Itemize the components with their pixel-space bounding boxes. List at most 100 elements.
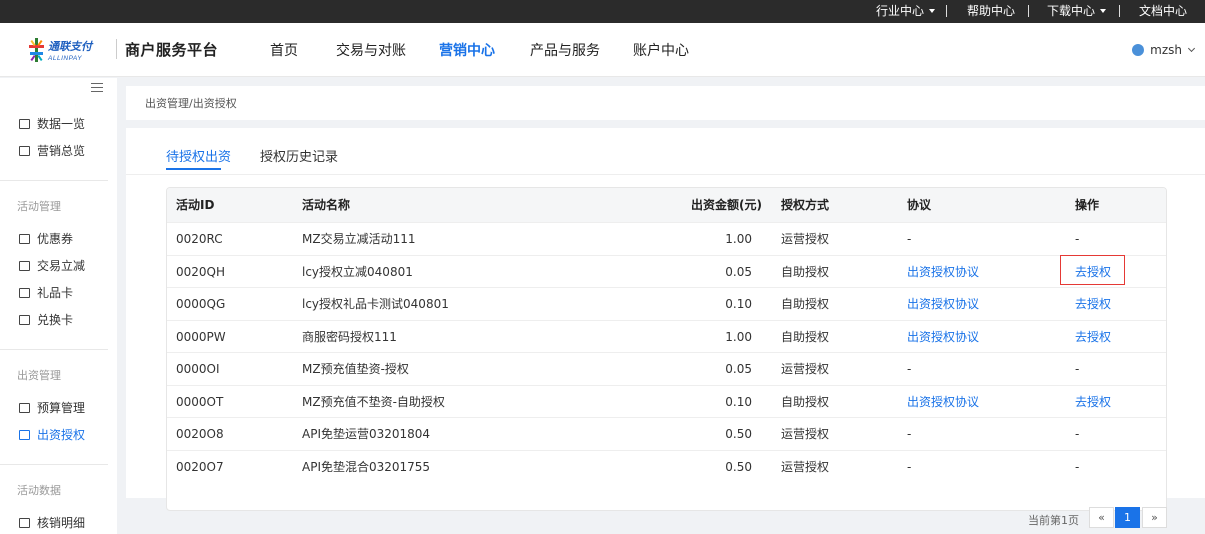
chevron-down-icon — [1187, 44, 1196, 53]
budget-icon — [19, 402, 30, 413]
pagination-status: 当前第1页 — [1028, 514, 1079, 527]
sidebar-group-funding: 出资管理 — [17, 369, 61, 382]
tab-bar-divider — [126, 174, 1205, 175]
activity-name: MZ预充值不垫资-自助授权 — [302, 394, 445, 409]
agreement-link[interactable]: 出资授权协议 — [907, 386, 979, 418]
sidebar: 数据一览 营销总览 活动管理 优惠券 交易立减 礼品卡 兑换卡 出资管理 预算管… — [0, 78, 117, 534]
sidebar-item-exchange-card[interactable]: 兑换卡 — [19, 311, 73, 329]
authorization-table: 活动ID 活动名称 出资金额(元) 授权方式 协议 操作 0020RC MZ交易… — [166, 187, 1167, 511]
action-empty: - — [1075, 232, 1080, 246]
sidebar-item-gift-card[interactable]: 礼品卡 — [19, 284, 73, 302]
nav-account[interactable]: 账户中心 — [633, 40, 689, 60]
next-page-button[interactable]: » — [1142, 507, 1167, 528]
tab-authorization-history[interactable]: 授权历史记录 — [260, 146, 338, 165]
sidebar-item-label: 兑换卡 — [37, 313, 74, 327]
prev-page-button[interactable]: « — [1089, 507, 1114, 528]
sidebar-item-redemption-details[interactable]: 核销明细 — [19, 514, 85, 532]
table-header: 活动ID 活动名称 出资金额(元) 授权方式 协议 操作 — [167, 188, 1166, 222]
authorization-method: 自助授权 — [781, 329, 830, 344]
current-page-button[interactable]: 1 — [1115, 507, 1140, 528]
caret-down-icon — [929, 8, 936, 13]
sidebar-item-label: 交易立减 — [37, 259, 86, 273]
activity-name: MZ交易立减活动111 — [302, 232, 416, 246]
funding-amount: 0.05 — [725, 362, 752, 376]
sidebar-item-instant-discount[interactable]: 交易立减 — [19, 257, 85, 275]
user-menu[interactable]: mzsh — [1132, 41, 1196, 59]
nav-transactions[interactable]: 交易与对账 — [336, 40, 406, 60]
sidebar-item-label: 预算管理 — [37, 401, 86, 415]
authorization-icon — [19, 429, 30, 440]
logo-divider — [116, 39, 117, 59]
main-content: 待授权出资 授权历史记录 活动ID 活动名称 出资金额(元) 授权方式 协议 操… — [126, 128, 1205, 511]
breadcrumb-panel: 出资管理/出资授权 — [126, 86, 1205, 120]
authorize-button[interactable]: 去授权 — [1075, 256, 1111, 288]
industry-center-menu[interactable]: 行业中心 — [876, 0, 936, 23]
authorize-button[interactable]: 去授权 — [1075, 288, 1111, 320]
activity-id: 0000QG — [176, 297, 226, 311]
nav-home[interactable]: 首页 — [270, 40, 298, 60]
activity-id: 0020O7 — [176, 459, 224, 474]
activity-name: API免垫运营03201804 — [302, 427, 431, 441]
authorize-button[interactable]: 去授权 — [1075, 386, 1111, 418]
chart-icon — [19, 118, 30, 129]
sidebar-divider — [0, 464, 108, 465]
download-center-menu[interactable]: 下载中心 — [1047, 0, 1107, 23]
funding-amount: 1.00 — [725, 329, 752, 344]
username: mzsh — [1150, 43, 1182, 57]
chart-icon — [19, 145, 30, 156]
industry-center-label: 行业中心 — [876, 4, 925, 18]
funding-amount: 0.10 — [725, 297, 752, 311]
sidebar-item-marketing-overview[interactable]: 营销总览 — [19, 142, 85, 160]
allinpay-logo[interactable]: 通联支付 ALLINPAY — [29, 37, 111, 63]
breadcrumb: 出资管理/出资授权 — [145, 97, 237, 110]
divider — [946, 5, 947, 17]
avatar — [1132, 43, 1145, 56]
sidebar-item-coupons[interactable]: 优惠券 — [19, 230, 73, 248]
agreement-link[interactable]: 出资授权协议 — [907, 256, 979, 288]
sidebar-item-label: 出资授权 — [37, 428, 86, 442]
sidebar-item-label: 营销总览 — [37, 144, 86, 158]
table-row: 0020QH lcy授权立减040801 0.05 自助授权 出资授权协议 去授… — [167, 254, 1166, 288]
tab-pending-authorization[interactable]: 待授权出资 — [166, 146, 231, 165]
agreement-link[interactable]: 出资授权协议 — [907, 288, 979, 320]
caret-down-icon — [1100, 8, 1107, 13]
menu-toggle-icon[interactable] — [91, 83, 103, 93]
agreement-empty: - — [907, 459, 912, 474]
funding-amount: 0.10 — [725, 394, 752, 409]
authorization-method: 运营授权 — [781, 459, 830, 474]
activity-id: 0020RC — [176, 232, 223, 246]
table-row: 0020O7 API免垫混合03201755 0.50 运营授权 - - — [167, 449, 1166, 483]
nav-products[interactable]: 产品与服务 — [530, 40, 600, 60]
activity-id: 0000PW — [176, 329, 226, 344]
action-empty: - — [1075, 459, 1080, 474]
table-row: 0020O8 API免垫运营03201804 0.50 运营授权 - - — [167, 417, 1166, 450]
authorize-button[interactable]: 去授权 — [1075, 321, 1111, 353]
download-center-label: 下载中心 — [1047, 4, 1096, 18]
table-row: 0000QG lcy授权礼品卡测试040801 0.10 自助授权 出资授权协议… — [167, 287, 1166, 320]
sidebar-group-activity: 活动管理 — [17, 200, 61, 213]
action-empty: - — [1075, 427, 1080, 441]
activity-id: 0000OT — [176, 394, 224, 409]
divider — [1119, 5, 1120, 17]
nav-marketing[interactable]: 营销中心 — [439, 40, 495, 60]
sidebar-item-label: 核销明细 — [37, 516, 86, 530]
authorization-method: 运营授权 — [781, 232, 830, 246]
docs-center-link[interactable]: 文档中心 — [1139, 0, 1187, 23]
funding-amount: 0.50 — [725, 459, 752, 474]
authorization-method: 自助授权 — [781, 394, 830, 409]
agreement-empty: - — [907, 362, 912, 376]
help-center-link[interactable]: 帮助中心 — [967, 0, 1015, 23]
active-tab-indicator — [166, 168, 221, 170]
sidebar-item-funding-authorization[interactable]: 出资授权 — [19, 426, 85, 444]
funding-amount: 1.00 — [725, 232, 752, 246]
column-header-method: 授权方式 — [781, 198, 830, 212]
activity-name: 商服密码授权111 — [302, 329, 397, 344]
platform-title: 商户服务平台 — [125, 41, 219, 59]
column-header-id: 活动ID — [176, 198, 215, 212]
exchange-card-icon — [19, 314, 30, 325]
agreement-link[interactable]: 出资授权协议 — [907, 321, 979, 353]
sidebar-item-budget[interactable]: 预算管理 — [19, 399, 85, 417]
activity-name: MZ预充值垫资-授权 — [302, 362, 409, 376]
sidebar-item-data-overview[interactable]: 数据一览 — [19, 115, 85, 133]
activity-id: 0020O8 — [176, 427, 224, 441]
